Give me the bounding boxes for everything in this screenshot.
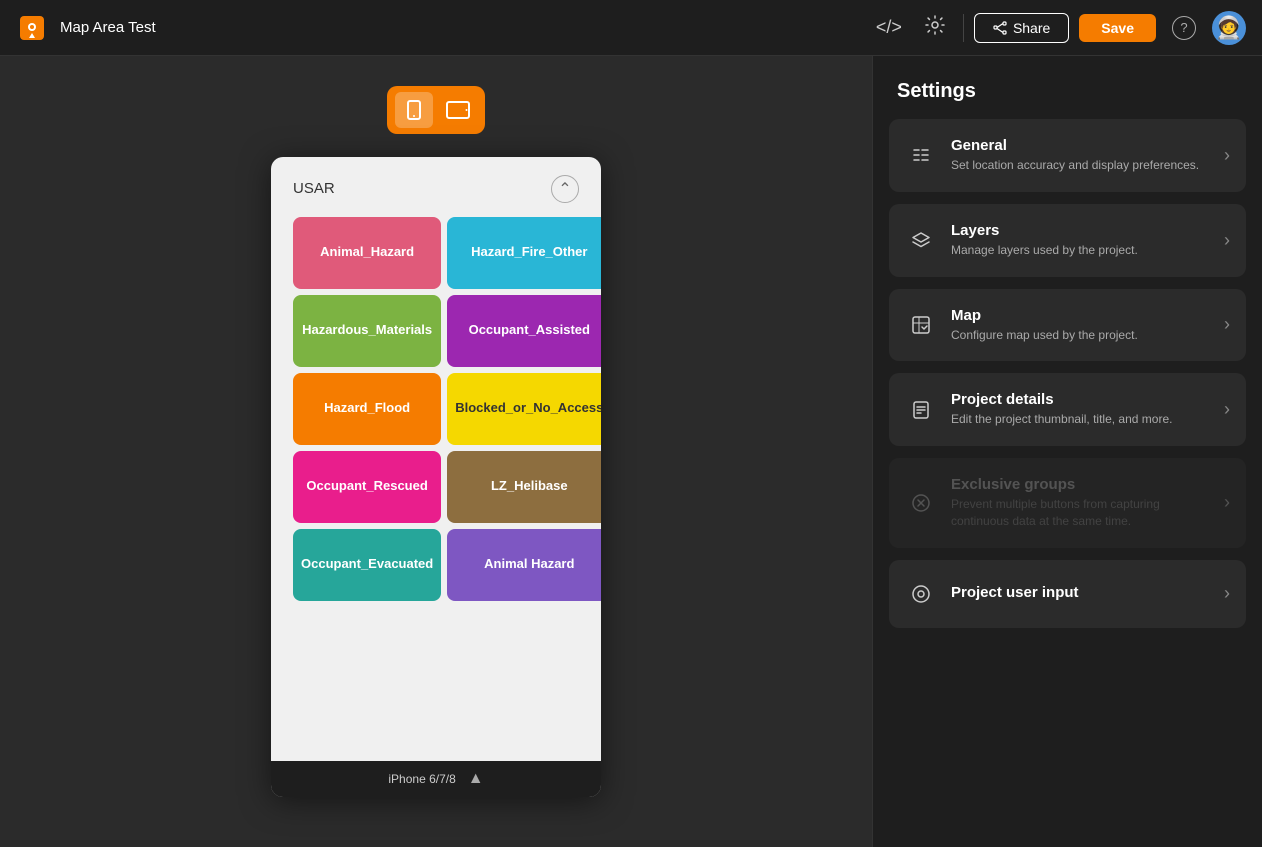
chevron-up-icon: ⌃ — [558, 179, 571, 199]
main-content: USAR ⌃ Animal_HazardHazard_Fire_OtherHaz… — [0, 56, 1262, 847]
settings-cards: General Set location accuracy and displa… — [873, 119, 1262, 628]
usar-label: USAR — [293, 180, 335, 197]
code-icon: </> — [876, 17, 902, 38]
exclusive-groups-title: Exclusive groups — [951, 476, 1210, 493]
project-details-icon — [905, 394, 937, 426]
usar-collapse-button[interactable]: ⌃ — [551, 175, 579, 203]
grid-button[interactable]: Occupant_Assisted — [447, 295, 601, 367]
canvas-area: USAR ⌃ Animal_HazardHazard_Fire_OtherHaz… — [0, 56, 872, 847]
divider — [963, 14, 964, 42]
chevron-right-icon: › — [1224, 145, 1230, 166]
phone-bottom-bar: iPhone 6/7/8 ▲ — [271, 761, 601, 797]
usar-section-header: USAR ⌃ — [281, 167, 591, 211]
settings-button[interactable] — [917, 10, 953, 46]
phone-inner: USAR ⌃ Animal_HazardHazard_Fire_OtherHaz… — [271, 157, 601, 623]
settings-card-project-details[interactable]: Project details Edit the project thumbna… — [889, 373, 1246, 446]
grid-button[interactable]: Hazard_Flood — [293, 373, 441, 445]
phone-view-button[interactable] — [395, 92, 433, 128]
general-desc: Set location accuracy and display prefer… — [951, 157, 1210, 174]
gear-icon — [925, 15, 945, 40]
expand-icon[interactable]: ▲ — [468, 770, 484, 788]
grid-button[interactable]: Occupant_Rescued — [293, 451, 441, 523]
app-logo — [16, 12, 48, 44]
general-title: General — [951, 137, 1210, 154]
chevron-right-icon: › — [1224, 230, 1230, 251]
exclusive-groups-icon — [905, 487, 937, 519]
help-button[interactable]: ? — [1166, 10, 1202, 46]
grid-button[interactable]: Hazardous_Materials — [293, 295, 441, 367]
device-toggle — [387, 86, 485, 134]
grid-button[interactable]: Animal Hazard — [447, 529, 601, 601]
share-label: Share — [1013, 20, 1050, 36]
map-title: Map — [951, 307, 1210, 324]
device-label: iPhone 6/7/8 — [388, 772, 455, 786]
grid-button[interactable]: LZ_Helibase — [447, 451, 601, 523]
tablet-view-button[interactable] — [439, 92, 477, 128]
avatar[interactable]: 🧑‍🚀 — [1212, 11, 1246, 45]
code-editor-button[interactable]: </> — [871, 10, 907, 46]
exclusive-groups-desc: Prevent multiple buttons from capturing … — [951, 496, 1210, 530]
settings-card-project-user-input[interactable]: Project user input › — [889, 560, 1246, 628]
general-icon — [905, 139, 937, 171]
help-icon: ? — [1172, 16, 1196, 40]
settings-panel: Settings General Set location accuracy a… — [872, 56, 1262, 847]
project-title: Map Area Test — [60, 19, 859, 36]
settings-card-layers[interactable]: Layers Manage layers used by the project… — [889, 204, 1246, 277]
chevron-right-icon: › — [1224, 399, 1230, 420]
save-button[interactable]: Save — [1079, 14, 1156, 42]
map-icon — [905, 309, 937, 341]
project-user-input-title: Project user input — [951, 584, 1210, 601]
settings-card-general[interactable]: General Set location accuracy and displa… — [889, 119, 1246, 192]
project-details-title: Project details — [951, 391, 1210, 408]
share-button[interactable]: Share — [974, 13, 1069, 43]
settings-title: Settings — [873, 56, 1262, 119]
grid-button[interactable]: Hazard_Fire_Other — [447, 217, 601, 289]
layers-desc: Manage layers used by the project. — [951, 242, 1210, 259]
project-details-desc: Edit the project thumbnail, title, and m… — [951, 411, 1210, 428]
project-user-input-icon — [905, 578, 937, 610]
chevron-right-icon: › — [1224, 492, 1230, 513]
layers-icon — [905, 224, 937, 256]
map-desc: Configure map used by the project. — [951, 327, 1210, 344]
grid-button[interactable]: Animal_Hazard — [293, 217, 441, 289]
settings-card-map[interactable]: Map Configure map used by the project. › — [889, 289, 1246, 362]
chevron-right-icon: › — [1224, 314, 1230, 335]
phone-frame: USAR ⌃ Animal_HazardHazard_Fire_OtherHaz… — [271, 157, 601, 797]
topbar-actions: </> Share Save ? 🧑‍ — [871, 10, 1246, 46]
layers-title: Layers — [951, 222, 1210, 239]
chevron-right-icon: › — [1224, 583, 1230, 604]
topbar: Map Area Test </> Share Save — [0, 0, 1262, 56]
grid-button[interactable]: Blocked_or_No_Access — [447, 373, 601, 445]
grid-button[interactable]: Occupant_Evacuated — [293, 529, 441, 601]
buttons-grid: Animal_HazardHazard_Fire_OtherHazardous_… — [281, 211, 591, 613]
settings-card-exclusive-groups: Exclusive groups Prevent multiple button… — [889, 458, 1246, 548]
